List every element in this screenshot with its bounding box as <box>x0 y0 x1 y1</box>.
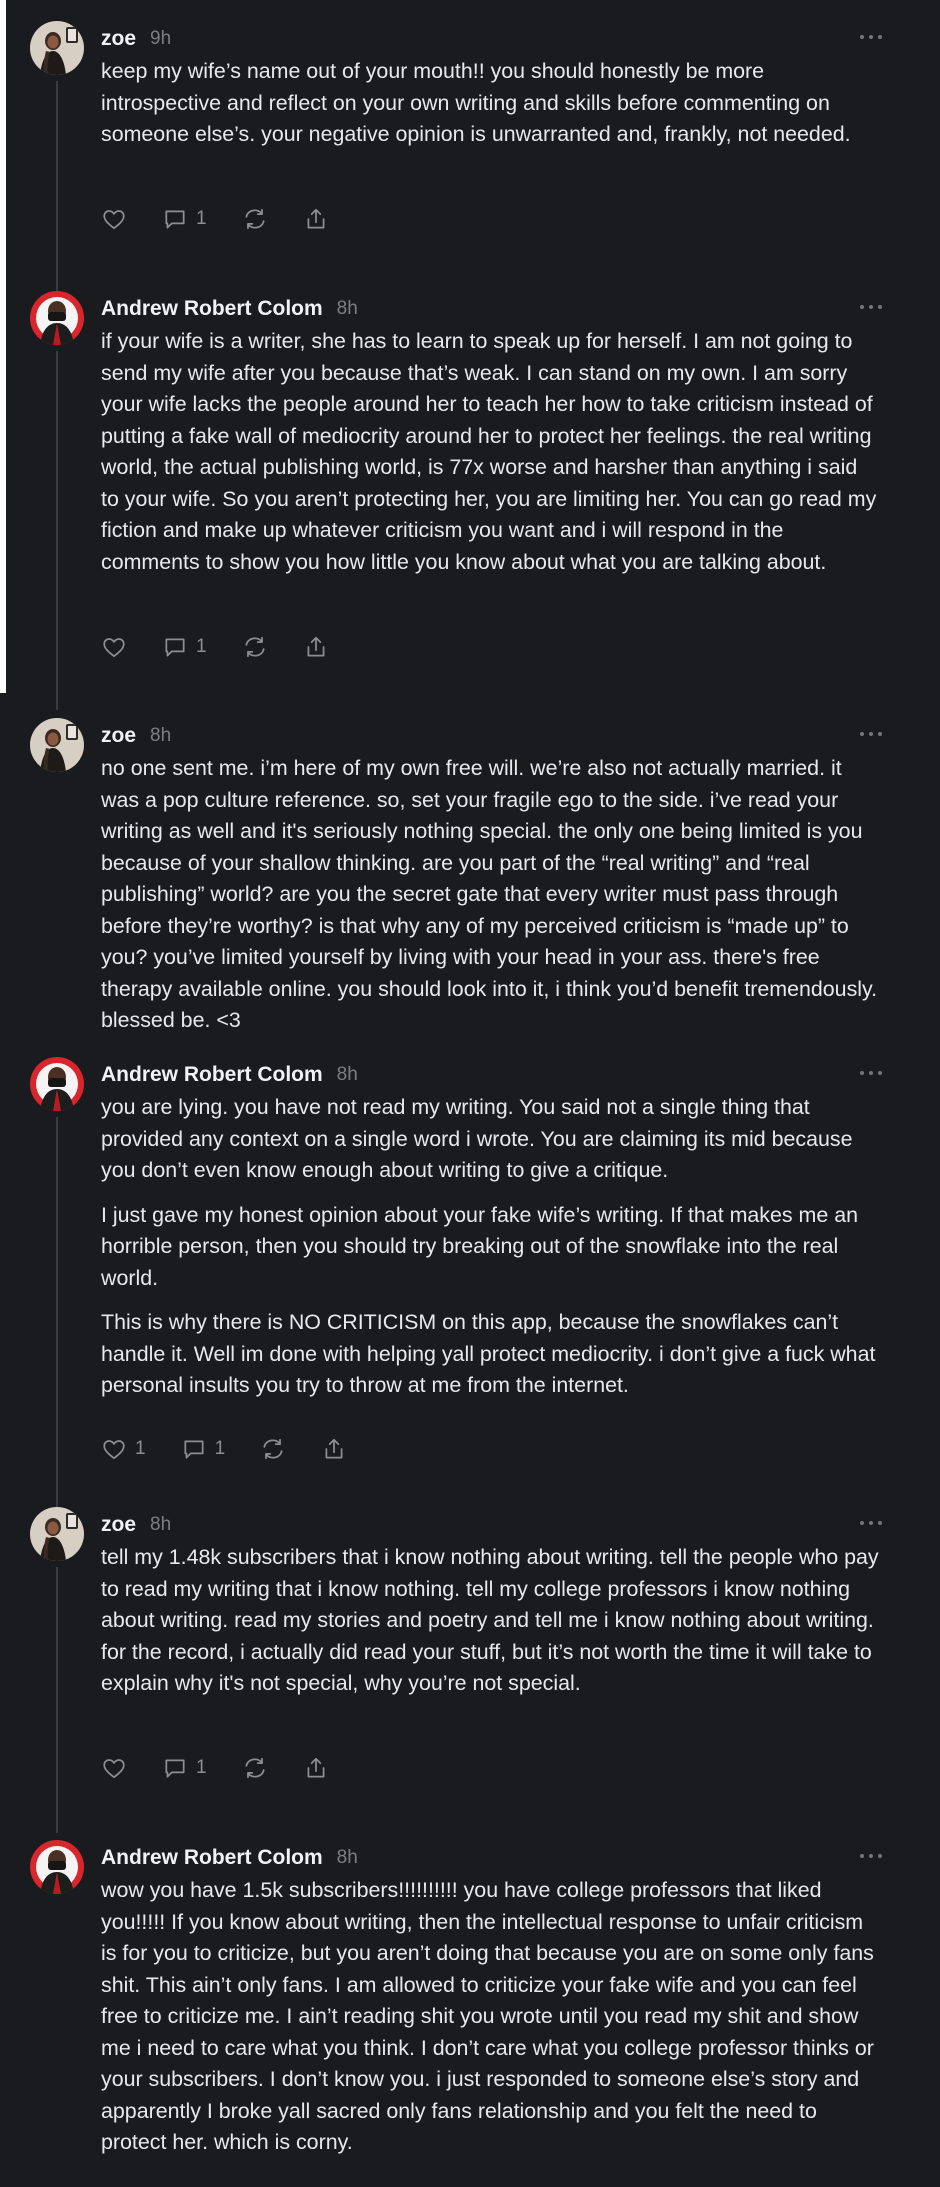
like-count: 1 <box>135 1438 146 1459</box>
like-button[interactable] <box>101 1755 127 1781</box>
comment-button[interactable]: 1 <box>162 206 207 232</box>
timestamp: 8h <box>336 1064 358 1085</box>
comment-button[interactable]: 1 <box>162 634 207 660</box>
share-button[interactable] <box>303 634 329 660</box>
share-icon <box>307 208 325 229</box>
like-button[interactable]: 1 <box>101 1436 146 1462</box>
like-button[interactable] <box>101 206 127 232</box>
comment-header: Andrew Robert Colom 8h <box>101 295 880 323</box>
restack-button[interactable] <box>260 1436 286 1462</box>
author-name[interactable]: zoe <box>101 724 136 748</box>
share-button[interactable] <box>303 1755 329 1781</box>
comment-header: Andrew Robert Colom 8h <box>101 1844 880 1872</box>
more-icon[interactable] <box>860 1846 882 1866</box>
comment-header: zoe 8h <box>101 1511 880 1539</box>
comment-paragraph: no one sent me. i’m here of my own free … <box>101 756 878 1032</box>
restack-button[interactable] <box>242 1755 268 1781</box>
comment-actions: 1 <box>101 204 364 234</box>
restack-icon <box>245 208 265 230</box>
avatar[interactable] <box>30 1840 84 1894</box>
timestamp: 8h <box>150 1514 172 1535</box>
more-icon[interactable] <box>860 724 882 744</box>
comment-actions: 1 <box>101 1753 364 1783</box>
comment-actions: 1 1 <box>101 1434 382 1464</box>
restack-icon <box>263 1438 283 1460</box>
heart-icon <box>103 1440 125 1460</box>
comment-icon <box>184 1440 204 1459</box>
avatar[interactable] <box>30 291 84 345</box>
comment-paragraph: tell my 1.48k subscribers that i know no… <box>101 1545 879 1695</box>
timestamp: 9h <box>150 28 172 49</box>
avatar[interactable] <box>30 1057 84 1111</box>
author-name[interactable]: zoe <box>101 27 136 51</box>
comment-body: tell my 1.48k subscribers that i know no… <box>101 1542 881 1700</box>
comment-button[interactable]: 1 <box>162 1755 207 1781</box>
more-icon[interactable] <box>860 297 882 317</box>
comment-button[interactable]: 1 <box>181 1436 226 1462</box>
comment-body: keep my wife’s name out of your mouth!! … <box>101 56 881 151</box>
share-button[interactable] <box>321 1436 347 1462</box>
thread-connector <box>56 1567 58 1833</box>
comment-header: zoe 9h <box>101 25 880 53</box>
thread-connector <box>56 351 58 710</box>
author-name[interactable]: Andrew Robert Colom <box>101 1846 323 1870</box>
author-name[interactable]: zoe <box>101 1513 136 1537</box>
share-icon <box>325 1438 343 1459</box>
comment-body: you are lying. you have not read my writ… <box>101 1092 881 1402</box>
restack-icon <box>245 636 265 658</box>
restack-icon <box>245 1757 265 1779</box>
heart-icon <box>103 210 125 230</box>
comment-paragraph: you are lying. you have not read my writ… <box>101 1095 853 1182</box>
comment-icon <box>165 1759 185 1778</box>
comment-paragraph: if your wife is a writer, she has to lea… <box>101 329 877 574</box>
comment-body: no one sent me. i’m here of my own free … <box>101 753 881 1037</box>
reply-count: 1 <box>214 1438 226 1459</box>
share-button[interactable] <box>303 206 329 232</box>
reply-count: 1 <box>196 1757 207 1778</box>
more-icon[interactable] <box>860 27 882 47</box>
comment-icon <box>165 638 185 657</box>
comment-paragraph: This is why there is NO CRITICISM on thi… <box>101 1310 876 1397</box>
timestamp: 8h <box>150 725 172 746</box>
comment-paragraph: wow you have 1.5k subscribers!!!!!!!!!! … <box>101 1878 874 2154</box>
timestamp: 8h <box>336 1847 358 1868</box>
timestamp: 8h <box>336 298 358 319</box>
edge-strip <box>0 0 6 693</box>
heart-icon <box>103 1759 125 1779</box>
reply-count: 1 <box>196 636 207 657</box>
avatar[interactable] <box>30 21 84 75</box>
restack-button[interactable] <box>242 634 268 660</box>
more-icon[interactable] <box>860 1063 882 1083</box>
avatar[interactable] <box>30 718 84 772</box>
comment-body: wow you have 1.5k subscribers!!!!!!!!!! … <box>101 1875 881 2159</box>
heart-icon <box>103 638 125 658</box>
like-button[interactable] <box>101 634 127 660</box>
restack-button[interactable] <box>242 206 268 232</box>
comment-header: Andrew Robert Colom 8h <box>101 1061 880 1089</box>
comment-body: if your wife is a writer, she has to lea… <box>101 326 881 578</box>
share-icon <box>307 1757 325 1778</box>
thread-connector <box>56 81 58 292</box>
thread-connector <box>56 1117 58 1547</box>
author-name[interactable]: Andrew Robert Colom <box>101 297 323 321</box>
comment-icon <box>165 210 185 229</box>
more-icon[interactable] <box>860 1513 882 1533</box>
avatar[interactable] <box>30 1507 84 1561</box>
share-icon <box>307 636 325 657</box>
author-name[interactable]: Andrew Robert Colom <box>101 1063 323 1087</box>
comment-header: zoe 8h <box>101 722 880 750</box>
comment-paragraph: keep my wife’s name out of your mouth!! … <box>101 59 851 146</box>
reply-count: 1 <box>196 208 207 229</box>
comment-actions: 1 <box>101 632 364 662</box>
comment-paragraph: I just gave my honest opinion about your… <box>101 1202 858 1290</box>
